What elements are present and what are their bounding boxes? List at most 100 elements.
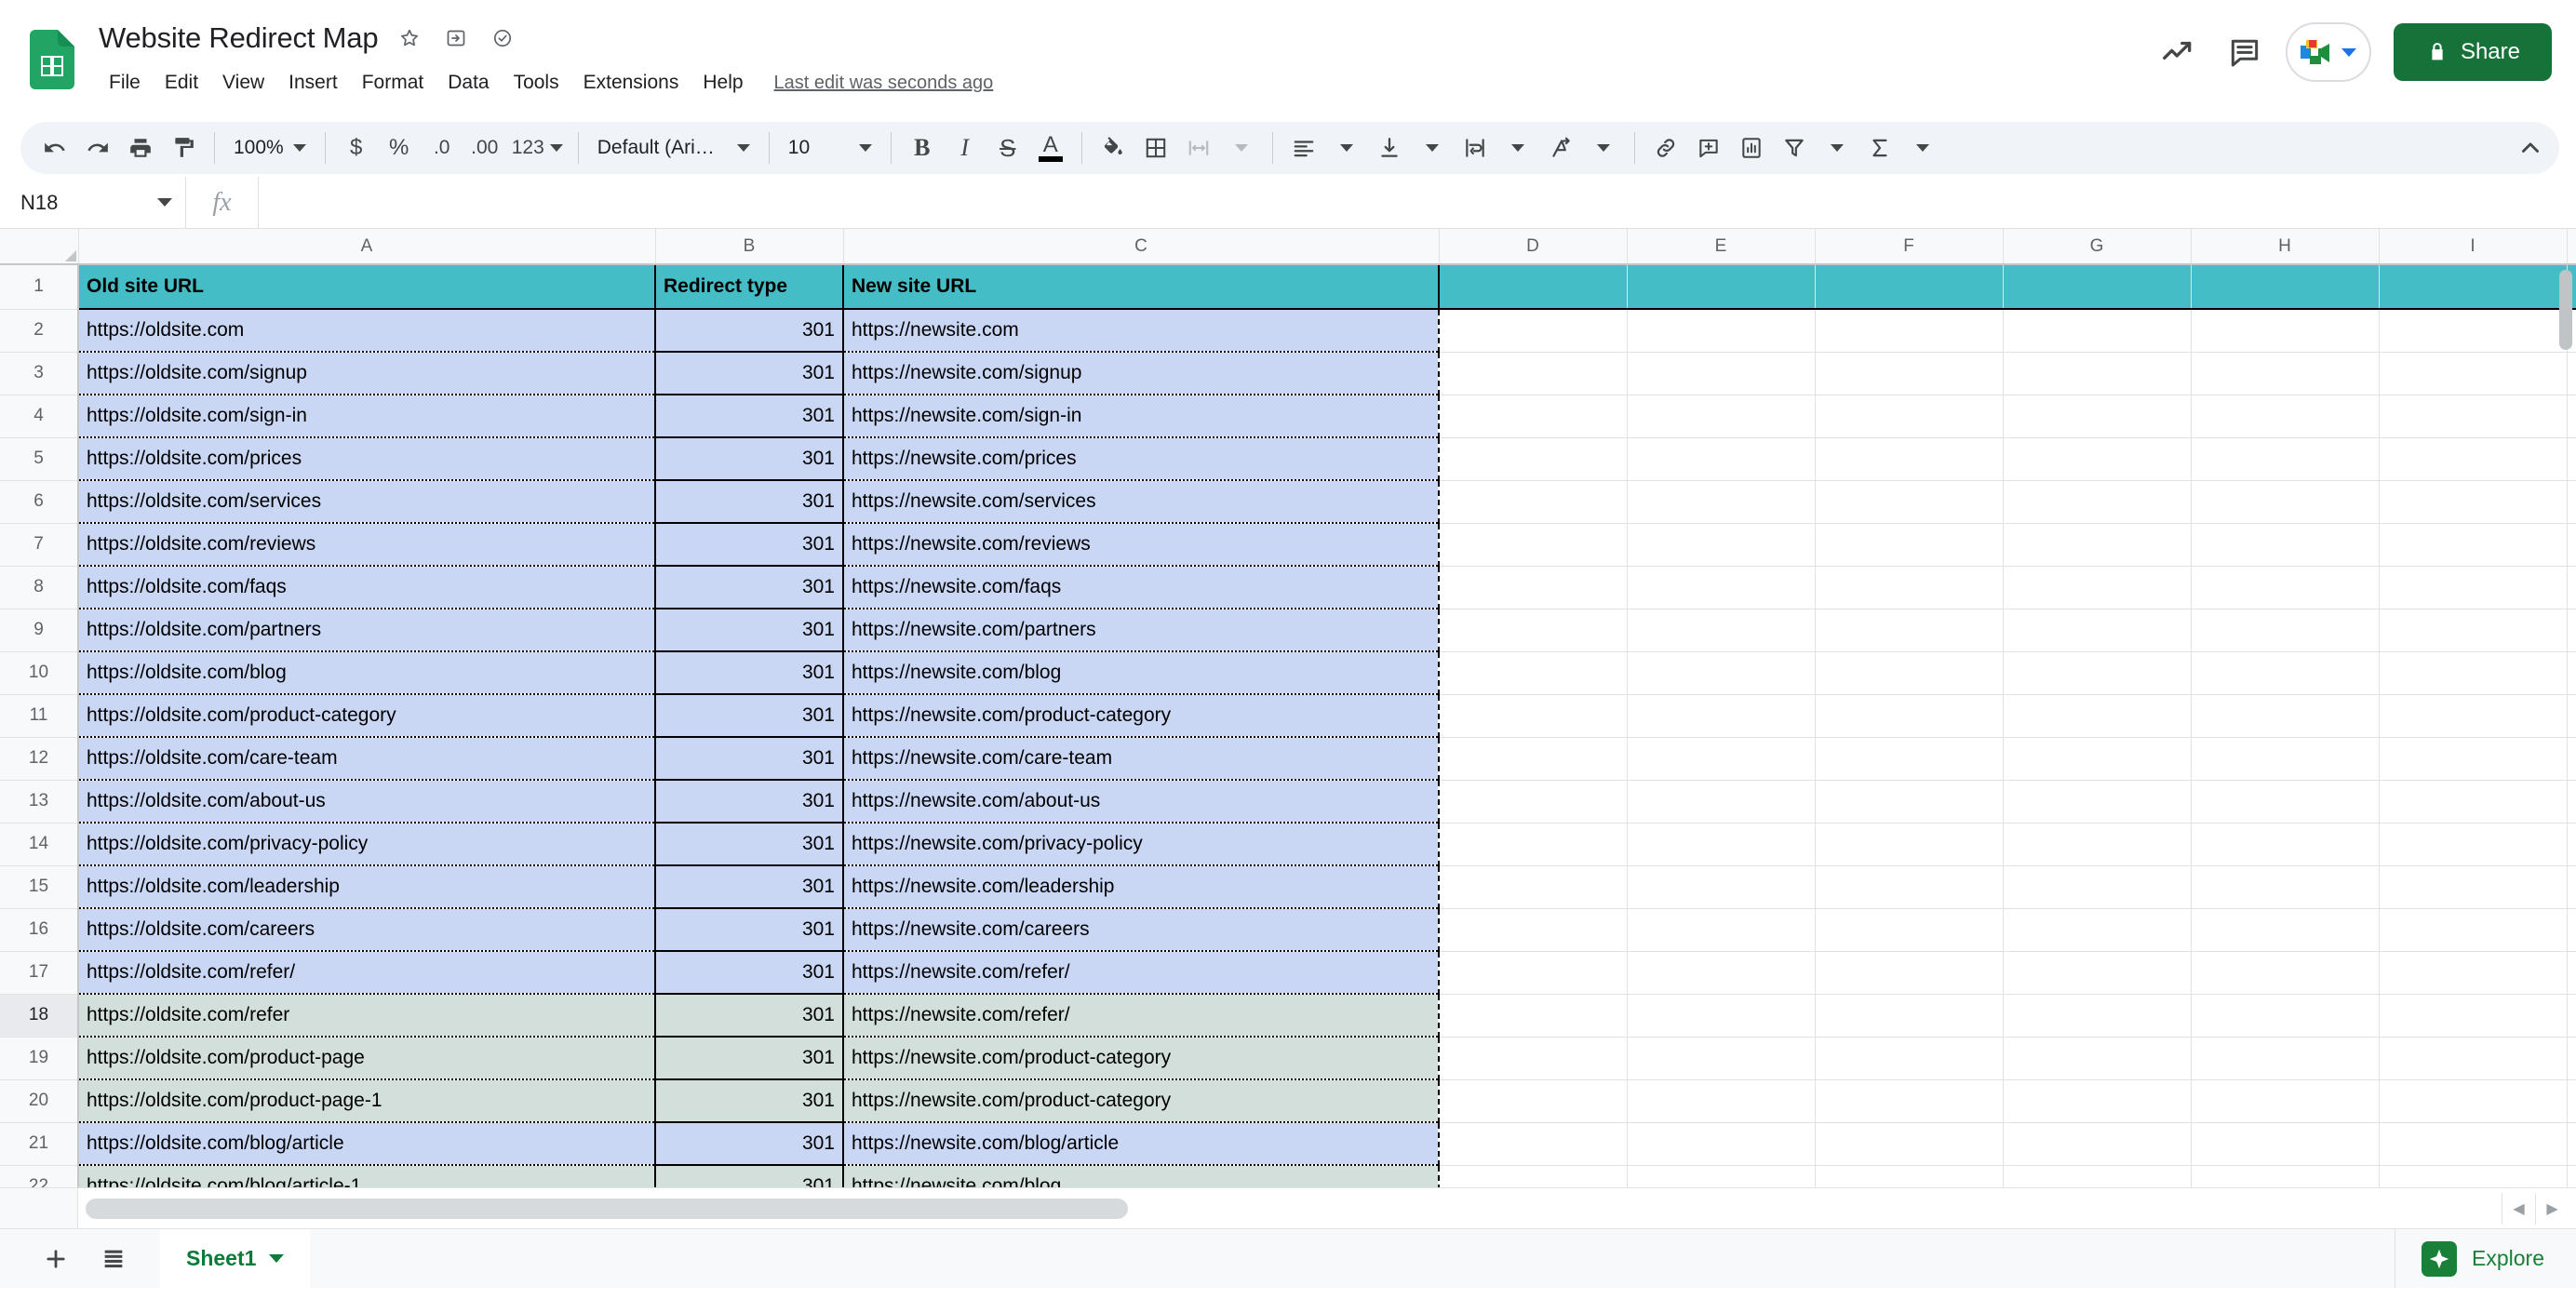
cell-h5[interactable] bbox=[2191, 437, 2379, 480]
row-header-4[interactable]: 4 bbox=[0, 395, 78, 437]
cell-e15[interactable] bbox=[1627, 865, 1815, 908]
cell-f4[interactable] bbox=[1815, 395, 2003, 437]
cell-b9[interactable]: 301 bbox=[655, 609, 843, 651]
horizontal-align-icon[interactable] bbox=[1282, 127, 1325, 169]
google-sheets-logo[interactable] bbox=[22, 20, 82, 99]
menu-item-insert[interactable]: Insert bbox=[276, 65, 350, 100]
name-box[interactable]: N18 bbox=[0, 177, 186, 228]
font-size-select[interactable]: 10 bbox=[779, 127, 881, 169]
cell-g2[interactable] bbox=[2003, 309, 2191, 352]
column-header-g[interactable]: G bbox=[2003, 229, 2191, 264]
text-wrapping-caret-icon[interactable] bbox=[1496, 127, 1539, 169]
cell-h17[interactable] bbox=[2191, 951, 2379, 994]
cell-e7[interactable] bbox=[1627, 523, 1815, 566]
cell-h10[interactable] bbox=[2191, 651, 2379, 694]
cell-b22[interactable]: 301 bbox=[655, 1165, 843, 1187]
cell-a5[interactable]: https://oldsite.com/prices bbox=[78, 437, 655, 480]
cell-e6[interactable] bbox=[1627, 480, 1815, 523]
name-box-caret-icon[interactable] bbox=[157, 198, 172, 207]
cell-h3[interactable] bbox=[2191, 352, 2379, 395]
number-format-button[interactable]: 123 bbox=[506, 127, 569, 169]
cell-h15[interactable] bbox=[2191, 865, 2379, 908]
cell-d10[interactable] bbox=[1439, 651, 1627, 694]
cell-e11[interactable] bbox=[1627, 694, 1815, 737]
cell-i22[interactable] bbox=[2379, 1165, 2567, 1187]
cell-c8[interactable]: https://newsite.com/faqs bbox=[843, 566, 1439, 609]
merge-caret-icon[interactable] bbox=[1220, 127, 1263, 169]
vertical-scrollbar-thumb[interactable] bbox=[2559, 270, 2572, 350]
cell-g20[interactable] bbox=[2003, 1079, 2191, 1122]
cell-e8[interactable] bbox=[1627, 566, 1815, 609]
cell-e2[interactable] bbox=[1627, 309, 1815, 352]
cell-g21[interactable] bbox=[2003, 1122, 2191, 1165]
decrease-decimal-button[interactable]: .0 bbox=[421, 127, 463, 169]
cell-h7[interactable] bbox=[2191, 523, 2379, 566]
cell-c4[interactable]: https://newsite.com/sign-in bbox=[843, 395, 1439, 437]
paint-format-icon[interactable] bbox=[162, 127, 205, 169]
cloud-saved-icon[interactable] bbox=[484, 20, 521, 57]
cell-a21[interactable]: https://oldsite.com/blog/article bbox=[78, 1122, 655, 1165]
cell-i5[interactable] bbox=[2379, 437, 2567, 480]
cell-i17[interactable] bbox=[2379, 951, 2567, 994]
zoom-control[interactable]: 100% bbox=[224, 127, 315, 169]
column-header-i[interactable]: I bbox=[2379, 229, 2567, 264]
cell-g18[interactable] bbox=[2003, 994, 2191, 1037]
star-icon[interactable] bbox=[391, 20, 428, 57]
cell-b16[interactable]: 301 bbox=[655, 908, 843, 951]
cell-e13[interactable] bbox=[1627, 780, 1815, 823]
cell-d5[interactable] bbox=[1439, 437, 1627, 480]
add-sheet-icon[interactable] bbox=[34, 1237, 78, 1281]
scroll-left-arrow-icon[interactable]: ◀ bbox=[2502, 1193, 2535, 1225]
cell-d4[interactable] bbox=[1439, 395, 1627, 437]
cell-b2[interactable]: 301 bbox=[655, 309, 843, 352]
cell-d1[interactable] bbox=[1439, 264, 1627, 309]
cell-h1[interactable] bbox=[2191, 264, 2379, 309]
vertical-align-icon[interactable] bbox=[1368, 127, 1411, 169]
menu-item-format[interactable]: Format bbox=[350, 65, 436, 100]
row-header-14[interactable]: 14 bbox=[0, 823, 78, 865]
cell-b4[interactable]: 301 bbox=[655, 395, 843, 437]
cell-d12[interactable] bbox=[1439, 737, 1627, 780]
cell-f16[interactable] bbox=[1815, 908, 2003, 951]
cell-d22[interactable] bbox=[1439, 1165, 1627, 1187]
cell-b14[interactable]: 301 bbox=[655, 823, 843, 865]
cell-a3[interactable]: https://oldsite.com/signup bbox=[78, 352, 655, 395]
horizontal-scrollbar-thumb[interactable] bbox=[86, 1199, 1128, 1219]
cell-g6[interactable] bbox=[2003, 480, 2191, 523]
row-header-17[interactable]: 17 bbox=[0, 951, 78, 994]
percent-format-button[interactable]: % bbox=[378, 127, 421, 169]
insert-link-icon[interactable] bbox=[1644, 127, 1687, 169]
cell-c18[interactable]: https://newsite.com/refer/ bbox=[843, 994, 1439, 1037]
column-header-b[interactable]: B bbox=[655, 229, 843, 264]
cell-h2[interactable] bbox=[2191, 309, 2379, 352]
cell-d3[interactable] bbox=[1439, 352, 1627, 395]
cell-h12[interactable] bbox=[2191, 737, 2379, 780]
column-header-c[interactable]: C bbox=[843, 229, 1439, 264]
merge-cells-icon[interactable] bbox=[1177, 127, 1220, 169]
cell-c14[interactable]: https://newsite.com/privacy-policy bbox=[843, 823, 1439, 865]
sigma-caret-icon[interactable] bbox=[1901, 127, 1944, 169]
cell-f17[interactable] bbox=[1815, 951, 2003, 994]
cell-i8[interactable] bbox=[2379, 566, 2567, 609]
spreadsheet-grid[interactable]: A B C D E F G H I 1 Old site URL Redirec… bbox=[0, 229, 2576, 1187]
cell-c7[interactable]: https://newsite.com/reviews bbox=[843, 523, 1439, 566]
cell-h9[interactable] bbox=[2191, 609, 2379, 651]
cell-h18[interactable] bbox=[2191, 994, 2379, 1037]
cell-e5[interactable] bbox=[1627, 437, 1815, 480]
cell-c20[interactable]: https://newsite.com/product-category bbox=[843, 1079, 1439, 1122]
cell-e14[interactable] bbox=[1627, 823, 1815, 865]
cell-e1[interactable] bbox=[1627, 264, 1815, 309]
cell-c5[interactable]: https://newsite.com/prices bbox=[843, 437, 1439, 480]
cell-d17[interactable] bbox=[1439, 951, 1627, 994]
cell-b8[interactable]: 301 bbox=[655, 566, 843, 609]
cell-i18[interactable] bbox=[2379, 994, 2567, 1037]
row-header-8[interactable]: 8 bbox=[0, 566, 78, 609]
cell-c21[interactable]: https://newsite.com/blog/article bbox=[843, 1122, 1439, 1165]
cell-f2[interactable] bbox=[1815, 309, 2003, 352]
cell-e22[interactable] bbox=[1627, 1165, 1815, 1187]
italic-button[interactable]: I bbox=[944, 127, 986, 169]
row-header-20[interactable]: 20 bbox=[0, 1079, 78, 1122]
row-header-13[interactable]: 13 bbox=[0, 780, 78, 823]
bold-button[interactable]: B bbox=[901, 127, 944, 169]
sheet-tab-caret-icon[interactable] bbox=[269, 1254, 284, 1263]
